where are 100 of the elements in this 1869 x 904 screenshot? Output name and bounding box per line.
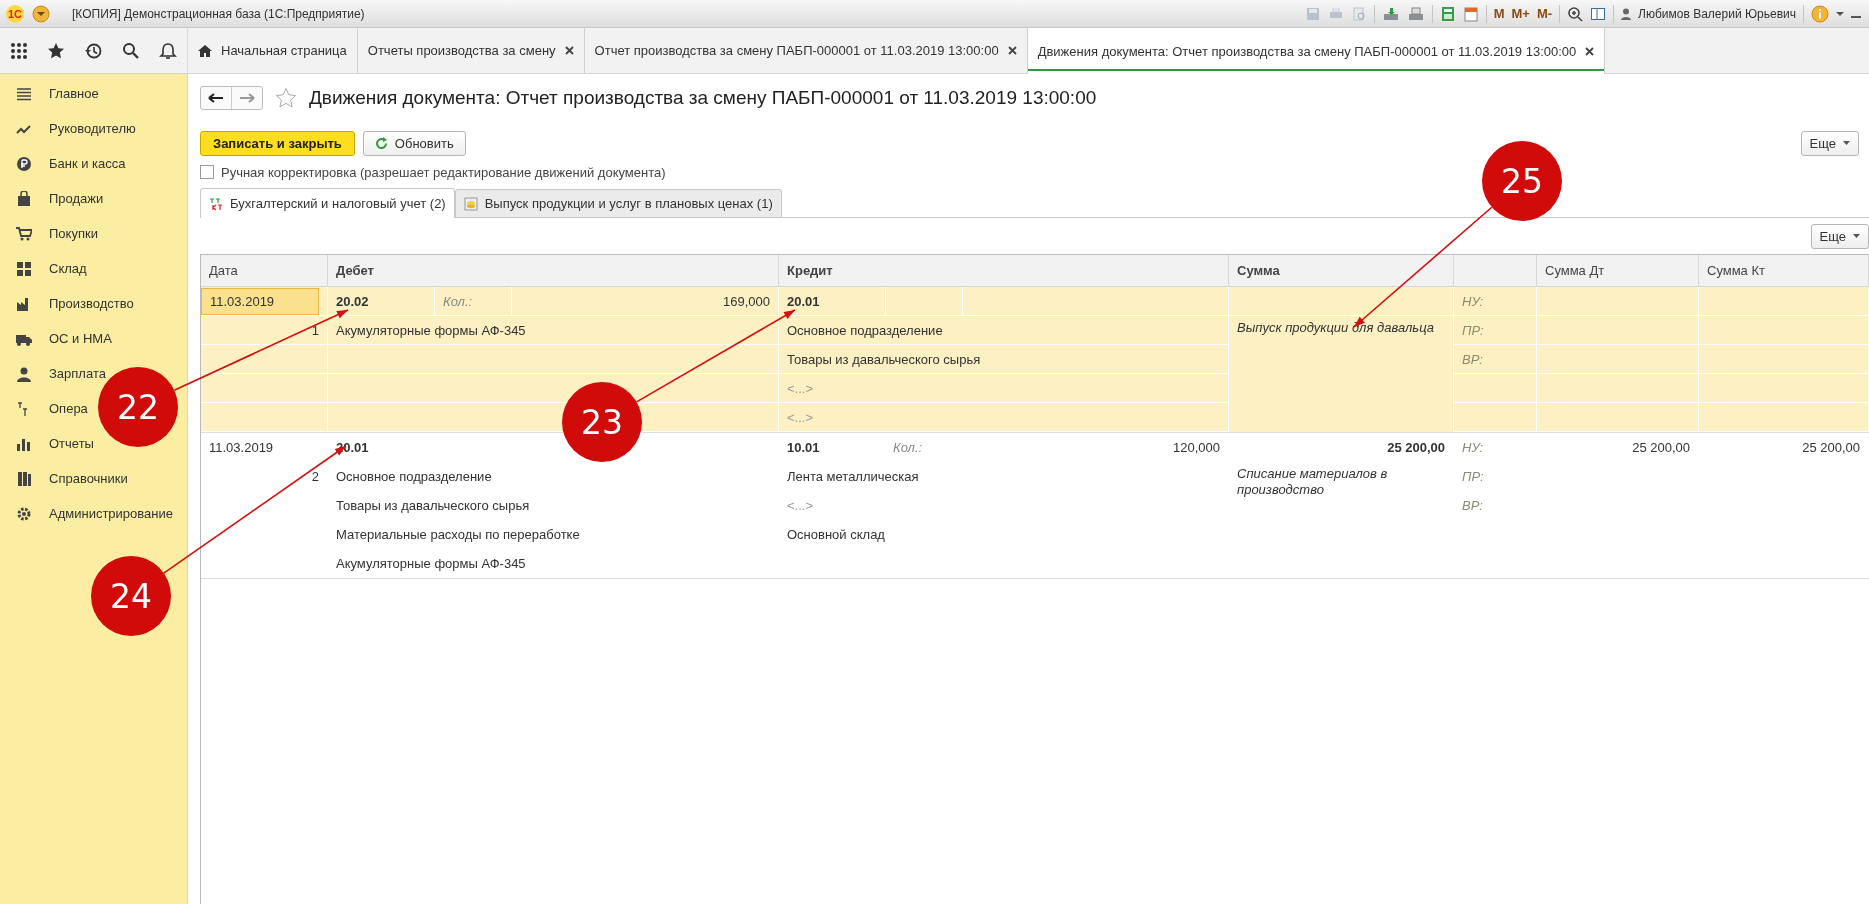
gear-icon (16, 505, 32, 522)
cart-icon (16, 225, 32, 242)
tab-label: Начальная страница (221, 43, 347, 58)
sidebar-item[interactable]: Продажи (0, 181, 108, 216)
tax-label: ПР: (1462, 322, 1484, 338)
column-header[interactable]: Дата (201, 255, 328, 286)
books-icon (16, 470, 32, 487)
star-icon[interactable] (47, 41, 66, 60)
memory-button[interactable]: M+ (1511, 6, 1530, 21)
caret-icon (1853, 233, 1860, 239)
person-icon (16, 365, 32, 382)
sidebar-item[interactable]: Банк и касса (0, 146, 130, 181)
grid-icon (16, 260, 32, 277)
subconto-value: <...> (787, 380, 814, 396)
save-and-close-button[interactable]: Записать и закрыть (200, 130, 355, 156)
register-tab[interactable]: Бухгалтерский и налоговый учет (2) (200, 188, 455, 218)
bag-icon (16, 190, 32, 207)
page-title: Движения документа: Отчет производства за смену ПАБП-000001 от 11.03.2019 13:00:00 (309, 87, 1097, 109)
star-icon[interactable] (275, 87, 297, 109)
subconto-value: Акумуляторные формы АФ-345 (336, 322, 526, 338)
callout-badge: 23 (562, 382, 642, 462)
close-icon[interactable] (1007, 46, 1017, 55)
column-header[interactable]: Сумма Кт (1699, 255, 1869, 286)
dt-kt-icon (209, 196, 223, 211)
sidebar-item[interactable]: Опера (0, 391, 92, 426)
tax-label: ВР: (1462, 351, 1483, 367)
document-tab[interactable]: Начальная страница (188, 28, 358, 73)
zoom-icon[interactable] (1567, 5, 1584, 22)
user-icon (1621, 7, 1632, 20)
sum-value: 25 200,00 (1802, 440, 1860, 455)
user-name[interactable]: Любимов Валерий Юрьевич (1638, 6, 1796, 21)
app-logo: 1С (6, 4, 24, 23)
tax-label: ВР: (1462, 498, 1483, 513)
subconto-value: Лента металлическая (787, 469, 919, 484)
scanner-icon[interactable] (1381, 5, 1400, 22)
panels-icon[interactable] (1590, 5, 1607, 22)
document-tab[interactable]: Движения документа: Отчет производства за смену ПАБП-000001 от 11.03.2019 13:00:00 (1027, 28, 1606, 74)
comment-text: Списание материалов в производство (1236, 465, 1389, 499)
document-tab[interactable]: Отчет производства за смену ПАБП-000001 от 11.03.2019 13:00:00 (584, 28, 1028, 73)
sidebar-item[interactable]: Производство (0, 286, 138, 321)
tax-label: НУ: (1462, 293, 1484, 309)
coin-icon (16, 155, 32, 172)
sidebar-item[interactable]: Руководителю (0, 111, 140, 146)
document-tab[interactable]: Отчеты производства за смену (357, 28, 585, 73)
scanner-icon[interactable] (1406, 5, 1425, 22)
memory-button[interactable]: M- (1536, 6, 1553, 21)
refresh-icon (374, 136, 388, 150)
checkbox[interactable] (200, 165, 214, 179)
sidebar-item[interactable]: Покупки (0, 216, 102, 251)
sidebar-item[interactable]: ОС и НМА (0, 321, 116, 356)
column-header[interactable]: Кредит (779, 255, 1229, 286)
refresh-button[interactable]: Обновить (362, 130, 466, 156)
sidebar-item[interactable]: Отчеты (0, 426, 98, 461)
history-icon[interactable] (84, 41, 103, 60)
tab-label: Отчет производства за смену ПАБП-000001 от 11.03.2019 13:00:00 (594, 43, 999, 58)
subconto-value: Основное подразделение (787, 322, 943, 338)
info-icon[interactable] (1811, 4, 1829, 23)
quantity-value: 169,000 (723, 293, 770, 309)
sidebar-item[interactable]: Склад (0, 251, 91, 286)
subconto-value: Товары из давальческого сырья (787, 351, 981, 367)
sidebar-item[interactable]: Зарплата (0, 356, 110, 391)
caret-icon[interactable] (1836, 9, 1844, 18)
subconto-value: Основное подразделение (336, 469, 492, 484)
search-icon[interactable] (121, 41, 140, 60)
apps-grid-icon[interactable] (9, 41, 28, 60)
sidebar-item[interactable]: Справочники (0, 461, 132, 496)
more-button[interactable]: Еще (1800, 130, 1859, 156)
sum-value: 25 200,00 (1387, 440, 1445, 455)
sidebar-item[interactable]: Администрирование (0, 496, 177, 531)
column-header[interactable]: Сумма (1229, 255, 1454, 286)
memory-button[interactable]: M (1493, 6, 1505, 21)
tab-label: Отчеты производства за смену (367, 43, 556, 58)
close-icon[interactable] (564, 46, 574, 55)
menu-icon (16, 85, 32, 102)
subconto-value: <...> (787, 409, 814, 425)
tab-label: Движения документа: Отчет производства за смену ПАБП-000001 от 11.03.2019 13:00:00 (1037, 43, 1577, 59)
subconto-value: Материальные расходы по переработке (336, 527, 580, 542)
bell-icon[interactable] (159, 41, 178, 60)
column-header[interactable]: Сумма Дт (1537, 255, 1699, 286)
subconto-value: Акумуляторные формы АФ-345 (336, 556, 526, 571)
dropdown-icon[interactable] (32, 4, 50, 23)
row-number: 1 (311, 322, 319, 338)
calculator-icon[interactable] (1439, 5, 1456, 22)
account-code: 10.01 (786, 439, 821, 457)
row-number: 2 (311, 469, 319, 484)
column-header[interactable]: Дебет (328, 255, 779, 286)
callout-badge: 24 (91, 556, 171, 636)
tax-label: НУ: (1462, 440, 1484, 455)
coins-icon (463, 196, 478, 211)
close-icon[interactable] (1585, 46, 1595, 56)
register-tab[interactable]: Выпуск продукции и услуг в плановых ценах (1) (454, 189, 782, 217)
sum-value: 25 200,00 (1632, 440, 1690, 455)
calendar-icon[interactable] (1462, 5, 1479, 22)
callout-badge: 25 (1482, 141, 1562, 221)
sidebar-item[interactable]: Главное (0, 76, 103, 111)
subconto-value: Товары из давальческого сырья (336, 498, 530, 513)
quantity-label: Кол.: (443, 293, 473, 309)
quantity-value: 120,000 (1173, 440, 1220, 455)
more-button[interactable]: Еще (1810, 223, 1869, 249)
window-title: [КОПИЯ] Демонстрационная база (1С:Предприятие) (72, 6, 365, 21)
